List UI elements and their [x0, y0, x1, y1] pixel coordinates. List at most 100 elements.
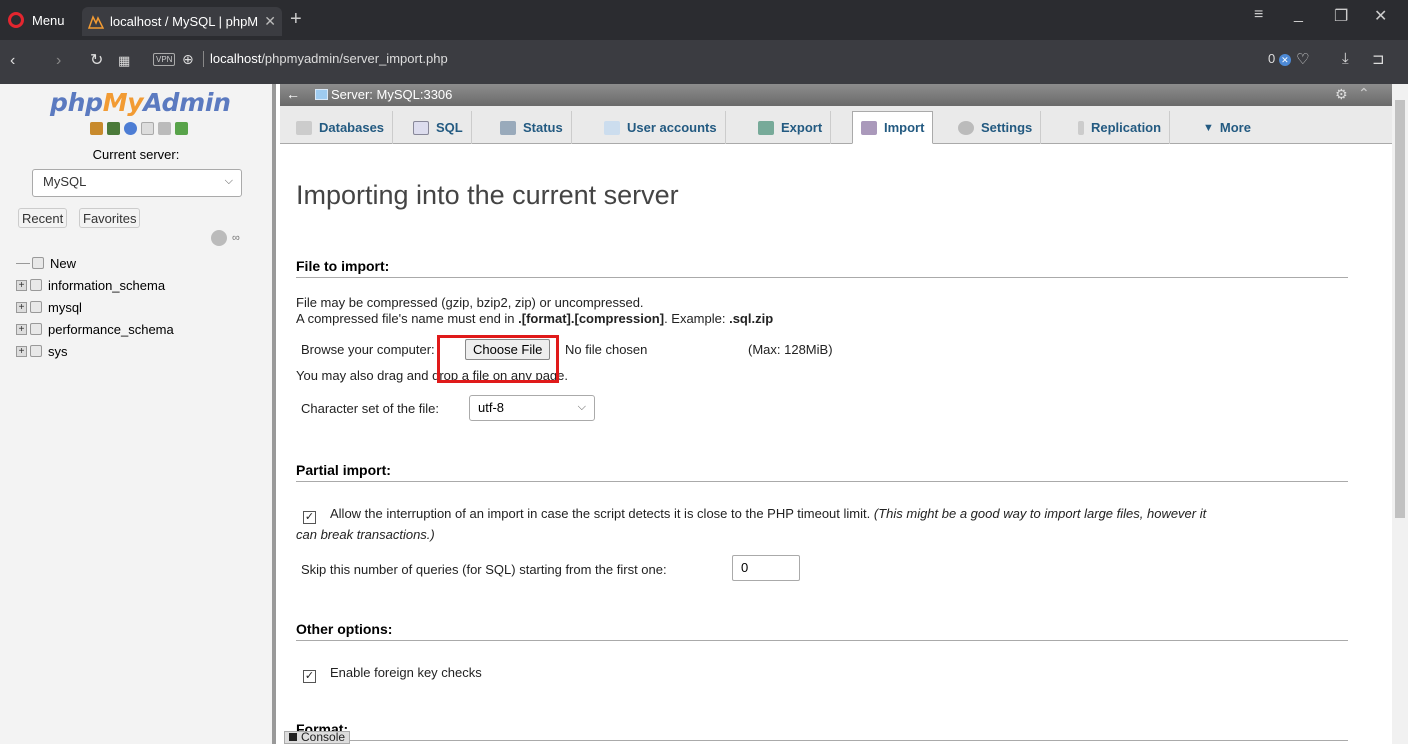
console-label: Console	[301, 730, 346, 744]
db-item-information-schema[interactable]: + information_schema	[16, 274, 174, 296]
expand-icon[interactable]: +	[16, 301, 27, 313]
import-icon	[861, 120, 877, 135]
skip-queries-label: Skip this number of queries (for SQL) st…	[301, 562, 667, 577]
expand-icon[interactable]: +	[16, 345, 27, 357]
top-tab-menu: Databases SQL Status User accounts Expor…	[280, 106, 1392, 144]
toggle-nav-arrow-icon[interactable]: ←	[286, 86, 300, 102]
phpmyadmin-logo[interactable]: phpMyAdmin	[50, 88, 231, 117]
allow-interrupt-label: Allow the interruption of an import in c…	[330, 506, 871, 521]
scrollbar-thumb[interactable]	[1395, 100, 1405, 518]
logo-my: My	[102, 88, 144, 117]
collapse-up-icon[interactable]: ⌃	[1358, 85, 1370, 102]
logout-icon[interactable]	[107, 122, 120, 135]
db-item-mysql[interactable]: + mysql	[16, 296, 174, 318]
chevron-down-icon: ⌵	[224, 175, 233, 187]
new-db-icon	[32, 257, 44, 269]
chevron-down-icon: ⌵	[577, 401, 586, 413]
maximize-icon[interactable]: ❐	[1334, 6, 1348, 26]
forward-icon[interactable]: ›	[56, 52, 61, 70]
vpn-badge[interactable]: VPN	[153, 53, 176, 66]
browser-tab[interactable]: localhost / MySQL | phpM ✕	[82, 7, 282, 36]
tab-settings[interactable]: Settings	[950, 111, 1042, 144]
no-file-chosen-text: No file chosen	[565, 342, 648, 357]
databases-icon	[296, 120, 312, 135]
database-tree: New + information_schema + mysql + perfo…	[16, 252, 174, 362]
page-settings-icon[interactable]: ⚙	[1335, 86, 1348, 103]
reload-nav-icon[interactable]	[175, 122, 188, 135]
db-item-sys[interactable]: + sys	[16, 340, 174, 362]
opera-logo-icon	[8, 12, 24, 28]
link-icon[interactable]: ∞	[232, 232, 240, 244]
db-item-performance-schema[interactable]: + performance_schema	[16, 318, 174, 340]
server-select[interactable]: MySQL ⌵	[32, 169, 242, 197]
tab-replication[interactable]: Replication	[1070, 111, 1171, 144]
expand-icon[interactable]: +	[16, 279, 27, 291]
db-item-label: sys	[48, 343, 68, 359]
file-to-import-heading: File to import:	[296, 258, 1348, 278]
minimize-icon[interactable]: _	[1294, 6, 1303, 24]
new-tab-button[interactable]: +	[290, 8, 302, 30]
tab-label: Replication	[1091, 120, 1162, 135]
browser-menu-label: Menu	[32, 12, 65, 28]
tab-more[interactable]: ▼ More	[1195, 111, 1259, 144]
skip-queries-input[interactable]: 0	[732, 555, 800, 581]
foreign-key-checkbox[interactable]: ✓	[303, 670, 316, 683]
docs-icon[interactable]	[141, 122, 154, 135]
charset-select[interactable]: utf-8 ⌵	[469, 395, 595, 421]
reload-icon[interactable]: ↻	[90, 52, 103, 70]
allow-interrupt-note: (This might be a good way to import larg…	[873, 506, 1207, 521]
download-icon[interactable]: ⤓	[1342, 50, 1349, 67]
url-field[interactable]: localhost/phpmyadmin/server_import.php	[210, 51, 448, 66]
wrench-icon	[958, 120, 974, 135]
tab-label: Settings	[981, 120, 1033, 135]
charset-select-value: utf-8	[478, 400, 505, 415]
favorites-button[interactable]: Favorites	[79, 208, 141, 228]
ad-block-counter[interactable]: 0 ✕	[1268, 51, 1291, 66]
collapse-all-icon[interactable]	[211, 230, 227, 246]
tab-databases[interactable]: Databases	[288, 111, 394, 144]
home-icon[interactable]	[90, 122, 103, 135]
battery-saver-icon[interactable]: ⊐	[1372, 50, 1385, 68]
db-item-new[interactable]: New	[16, 252, 174, 274]
db-item-label: performance_schema	[48, 321, 174, 337]
export-icon	[758, 120, 774, 135]
allow-interrupt-note-text: can break transactions.)	[296, 527, 435, 542]
tab-user-accounts[interactable]: User accounts	[596, 111, 726, 144]
help-icon[interactable]	[124, 122, 137, 135]
page-title: Importing into the current server	[296, 180, 679, 210]
allow-interrupt-checkbox[interactable]: ✓	[303, 511, 316, 524]
navigation-panel: phpMyAdmin Current server: MySQL ⌵ Recen…	[0, 84, 276, 744]
server-select-value: MySQL	[43, 174, 87, 189]
nav-icon-row	[90, 122, 188, 135]
tab-label: SQL	[436, 120, 463, 135]
back-icon[interactable]: ‹	[10, 52, 15, 70]
tab-import[interactable]: Import	[852, 111, 934, 144]
db-item-label: mysql	[48, 299, 82, 315]
recent-button[interactable]: Recent	[18, 208, 68, 228]
window-close-icon[interactable]: ✕	[1374, 6, 1387, 26]
browser-tab-bar: Menu localhost / MySQL | phpM ✕ + ≡ _ ❐ …	[0, 0, 1408, 40]
tab-close-icon[interactable]: ✕	[264, 13, 276, 30]
tab-status[interactable]: Status	[492, 111, 572, 144]
db-item-label: New	[50, 255, 77, 271]
expand-icon[interactable]: +	[16, 323, 27, 335]
tab-export[interactable]: Export	[750, 111, 832, 144]
other-options-heading: Other options:	[296, 621, 1348, 641]
easy-setup-icon[interactable]: ≡	[1254, 6, 1263, 24]
speed-dial-icon[interactable]: ▦	[118, 52, 130, 70]
tab-label: Status	[523, 120, 563, 135]
console-toggle[interactable]: Console	[284, 730, 351, 744]
max-size-text: (Max: 128MiB)	[748, 342, 833, 357]
server-breadcrumb[interactable]: Server: MySQL:3306	[331, 87, 452, 102]
allow-interrupt-row: ✓ Allow the interruption of an import in …	[303, 504, 1373, 524]
url-path: /phpmyadmin/server_import.php	[261, 51, 448, 66]
ad-block-count: 0	[1268, 51, 1276, 66]
server-breadcrumb-bar: ← Server: MySQL:3306 ⚙ ⌃	[280, 84, 1392, 106]
tab-label: More	[1219, 120, 1251, 135]
heart-icon[interactable]: ♡	[1296, 50, 1309, 68]
settings-icon[interactable]	[158, 122, 171, 135]
browser-menu-button[interactable]: Menu	[8, 8, 65, 32]
browse-label: Browse your computer:	[301, 342, 435, 357]
tab-sql[interactable]: SQL	[405, 111, 472, 144]
logo-php: php	[50, 88, 103, 117]
